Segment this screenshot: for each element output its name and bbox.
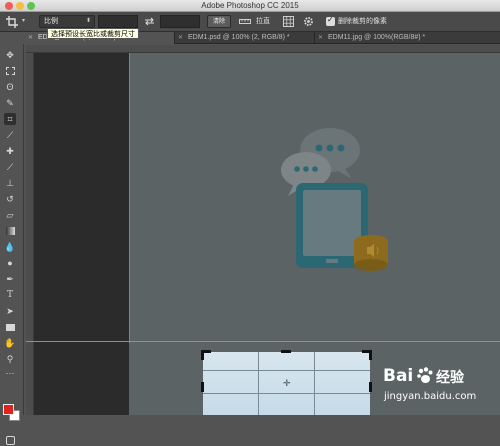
vertical-ruler[interactable]	[26, 53, 34, 415]
crop-handle-top-right[interactable]	[369, 350, 372, 360]
clone-stamp-tool-icon[interactable]: ⊥	[4, 177, 16, 189]
crop-bounding-box[interactable]: ✛	[201, 350, 372, 415]
clear-button[interactable]: 清除	[207, 15, 231, 28]
swap-icon[interactable]	[144, 16, 155, 27]
title-bar: Adobe Photoshop CC 2015	[0, 0, 500, 12]
tooltip: 选择预设长宽比或裁剪尺寸	[47, 28, 139, 39]
close-icon[interactable]: ✕	[318, 32, 323, 44]
history-brush-tool-icon[interactable]: ↺	[4, 193, 16, 205]
healing-brush-tool-icon[interactable]: ✚	[4, 145, 16, 157]
tools-panel: ✥ ʘ ✎ ⌗ ⟋ ✚ ⟋ ⊥ ↺ ▱ 💧 ● ✒ T ➤ ✋ ⚲ ···	[0, 44, 24, 445]
select-arrows-icon: ⬍	[85, 18, 91, 24]
eraser-tool-icon[interactable]: ▱	[4, 209, 16, 221]
ratio-select-value: 比例	[44, 17, 58, 25]
crop-grid-line	[203, 370, 370, 371]
crop-grid-line	[314, 352, 315, 415]
path-selection-tool-icon[interactable]: ➤	[4, 305, 16, 317]
marquee-tool-icon[interactable]	[4, 65, 16, 77]
crop-handle-right[interactable]	[369, 382, 372, 392]
foreground-color-swatch[interactable]	[3, 404, 14, 415]
watermark-brand-suffix: 经验	[436, 370, 464, 386]
close-icon[interactable]: ✕	[28, 32, 33, 44]
tab-edm1[interactable]: ✕ EDM1.psd @ 100% (2, RGB/8) *	[174, 32, 314, 44]
crop-handle-top[interactable]	[281, 350, 291, 353]
lasso-tool-icon[interactable]: ʘ	[4, 81, 16, 93]
crop-center-crosshair-icon: ✛	[283, 378, 291, 388]
move-tool-icon[interactable]: ✥	[4, 49, 16, 61]
vertical-guide[interactable]	[129, 53, 130, 343]
horizontal-ruler[interactable]	[26, 45, 500, 53]
chevron-down-icon[interactable]: ▾	[22, 17, 25, 24]
eyedropper-tool-icon[interactable]: ⟋	[4, 129, 16, 141]
gradient-tool-icon[interactable]	[4, 225, 16, 237]
width-field[interactable]	[98, 15, 138, 28]
grid-overlay-icon[interactable]	[283, 16, 294, 27]
tab-label: EDM11.jpg @ 100%(RGB/8#) *	[328, 34, 426, 41]
straighten-icon[interactable]	[239, 17, 251, 26]
ratio-select[interactable]: 比例 ⬍	[39, 15, 95, 28]
brush-tool-icon[interactable]: ⟋	[4, 161, 16, 173]
crop-tool-icon[interactable]	[6, 16, 18, 28]
tab-edm11[interactable]: ✕ EDM11.jpg @ 100%(RGB/8#) *	[314, 32, 454, 44]
crop-handle-top-left[interactable]	[201, 350, 204, 360]
quick-selection-tool-icon[interactable]: ✎	[4, 97, 16, 109]
crop-grid-line	[203, 393, 370, 394]
watermark: Bai 经验 jingyan.baidu.com	[383, 366, 497, 412]
watermark-brand: Bai	[383, 366, 414, 386]
artwork-illustration	[281, 128, 388, 271]
delete-cropped-checkbox[interactable]: ✓	[326, 15, 335, 26]
hand-tool-icon[interactable]: ✋	[4, 337, 16, 349]
quick-mask-icon[interactable]	[4, 434, 16, 446]
close-icon[interactable]: ✕	[178, 32, 183, 44]
canvas-pasteboard[interactable]	[34, 53, 129, 415]
height-field[interactable]	[160, 15, 200, 28]
crop-handle-left[interactable]	[201, 382, 204, 392]
tab-label: EDM1.psd @ 100% (2, RGB/8) *	[188, 34, 290, 41]
paw-icon	[417, 367, 433, 383]
gear-icon[interactable]	[303, 16, 314, 27]
zoom-tool-icon[interactable]: ⚲	[4, 353, 16, 365]
more-tools-icon[interactable]: ···	[4, 367, 16, 379]
rectangle-tool-icon[interactable]	[4, 321, 16, 333]
straighten-label[interactable]: 拉直	[256, 15, 270, 28]
pen-tool-icon[interactable]: ✒	[4, 273, 16, 285]
horizontal-guide[interactable]	[26, 341, 500, 342]
window-title: Adobe Photoshop CC 2015	[201, 1, 299, 10]
type-tool-icon[interactable]: T	[4, 289, 16, 301]
blur-tool-icon[interactable]: 💧	[4, 241, 16, 253]
crop-tool-icon[interactable]: ⌗	[4, 113, 16, 125]
check-icon: ✓	[327, 15, 334, 24]
watermark-url: jingyan.baidu.com	[384, 391, 477, 402]
dodge-tool-icon[interactable]: ●	[4, 257, 16, 269]
delete-cropped-label[interactable]: 删除裁剪的像素	[338, 15, 387, 28]
crop-grid-line	[258, 352, 259, 415]
